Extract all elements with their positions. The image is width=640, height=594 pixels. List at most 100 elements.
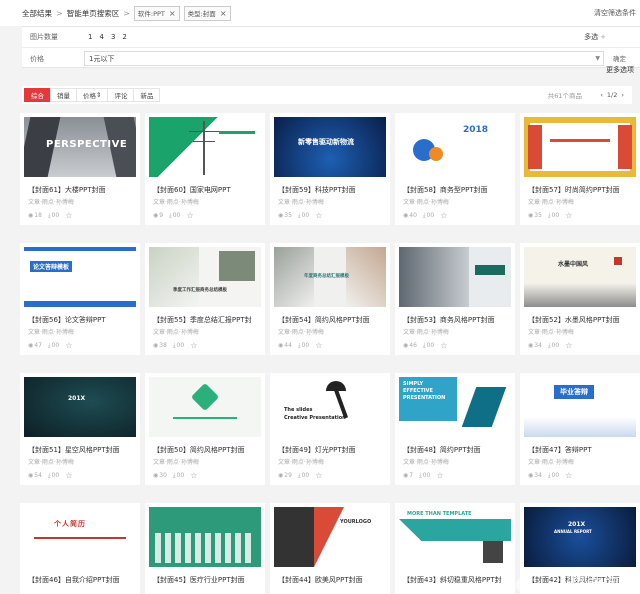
filter-tag-type[interactable]: 类型:封面 × [183,5,231,21]
product-thumbnail[interactable]: 新零售驱动新物流 [274,117,386,177]
product-title[interactable]: 【封面46】自我介绍PPT封面 [28,575,140,585]
star-icon[interactable]: ☆ [440,341,447,350]
breadcrumb-section[interactable]: 智能单页搜索区 [67,8,120,19]
star-icon[interactable]: ☆ [315,211,322,220]
product-thumbnail[interactable]: 季度工作汇报商务总结模板 [149,247,261,307]
next-page-icon[interactable]: › [621,91,624,99]
product-card[interactable]: 【封面50】简约风格PPT封面 文章·雨点·孙博梅 ◉ 30 ⤓ 00 ☆ [145,373,265,485]
confirm-button[interactable]: 确定 [613,53,626,63]
filter-option[interactable]: 3 [111,33,115,41]
sort-tab-overall[interactable]: 综合 [24,88,51,102]
product-title[interactable]: 【封面60】国家电网PPT [153,185,265,195]
downloads-stat: ⤓ 00 [548,342,559,350]
product-thumbnail[interactable]: 论文答辩模板 [24,247,136,307]
product-card[interactable]: 【封面53】商务风格PPT封面 文章·雨点·孙博梅 ◉ 46 ⤓ 00 ☆ [395,243,515,355]
sort-tab-label: 价格 [83,92,96,100]
product-title[interactable]: 【封面51】星空风格PPT封面 [28,445,140,455]
prev-page-icon[interactable]: ‹ [600,91,603,99]
product-thumbnail[interactable] [399,247,511,307]
product-thumbnail[interactable]: The slides Creative Presentation [274,377,386,437]
product-title[interactable]: 【封面61】大楼PPT封面 [28,185,140,195]
filter-option[interactable]: 1 [88,33,92,41]
star-icon[interactable]: ☆ [65,471,72,480]
sort-tab-reviews[interactable]: 评论 [107,88,135,102]
close-icon[interactable]: × [220,9,227,18]
product-title[interactable]: 【封面42】科技风格PPT封面 [528,575,640,585]
product-thumbnail[interactable] [149,117,261,177]
filter-tag-software[interactable]: 软件:PPT × [133,5,180,21]
product-card[interactable]: 个人简历 【封面46】自我介绍PPT封面 ◉ ⤓ ☆ [20,503,140,594]
filter-option[interactable]: 2 [122,33,126,41]
product-thumbnail[interactable]: 水墨中国风 [524,247,636,307]
product-card[interactable]: PERSPECTIVE 【封面61】大楼PPT封面 文章·雨点·孙博梅 ◉ 18 … [20,113,140,225]
product-card[interactable]: YOURLOGO 【封面44】欧美风PPT封面 ◉ ⤓ ☆ [270,503,390,594]
views-stat: ◉ 9 [153,212,163,219]
star-icon[interactable]: ☆ [565,341,572,350]
sort-tab-price[interactable]: 价格 ⇕ [76,88,109,102]
product-card[interactable]: 201X 【封面51】星空风格PPT封面 文章·雨点·孙博梅 ◉ 54 ⤓ 00 ☆ [20,373,140,485]
product-title[interactable]: 【封面59】科技PPT封面 [278,185,390,195]
product-thumbnail[interactable]: PERSPECTIVE [24,117,136,177]
star-icon[interactable]: ☆ [315,341,322,350]
star-icon[interactable]: ☆ [565,211,572,220]
filter-option[interactable]: 4 [99,33,103,41]
product-title[interactable]: 【封面53】商务风格PPT封面 [403,315,515,325]
star-icon[interactable]: ☆ [190,341,197,350]
product-thumbnail[interactable]: 201X [24,377,136,437]
product-title[interactable]: 【封面43】斜切稳重风格PPT封 [403,575,515,585]
product-title[interactable]: 【封面48】简约PPT封面 [403,445,515,455]
product-thumbnail[interactable]: SIMPLY EFFECTIVE PRESENTATION [399,377,511,437]
star-icon[interactable]: ☆ [436,471,443,480]
product-thumbnail[interactable]: 201X ANNUAL REPORT [524,507,636,567]
product-title[interactable]: 【封面54】简约风格PPT封面 [278,315,390,325]
more-options-link[interactable]: 更多选项 [606,65,634,75]
product-card[interactable]: 季度工作汇报商务总结模板 【封面55】季度总结汇报PPT封 文章·雨点·孙博梅 … [145,243,265,355]
product-card[interactable]: 年度商务总结汇报模板 【封面54】简约风格PPT封面 文章·雨点·孙博梅 ◉ 44… [270,243,390,355]
clear-filters-link[interactable]: 清空筛选条件 [594,8,636,18]
product-thumbnail[interactable]: 毕业答辩 [524,377,636,437]
product-thumbnail[interactable]: YOURLOGO [274,507,386,567]
sort-tab-sales[interactable]: 销量 [50,88,77,102]
product-card[interactable]: 【封面45】医疗行业PPT封面 ◉ ⤓ ☆ [145,503,265,594]
product-title[interactable]: 【封面58】商务型PPT封面 [403,185,515,195]
star-icon[interactable]: ☆ [186,211,193,220]
product-title[interactable]: 【封面50】简约风格PPT封面 [153,445,265,455]
product-card[interactable]: SIMPLY EFFECTIVE PRESENTATION 【封面48】简约PP… [395,373,515,485]
multi-select-button[interactable]: 多选 + [584,32,606,42]
product-thumbnail[interactable] [149,507,261,567]
product-title[interactable]: 【封面57】时尚简约PPT封面 [528,185,640,195]
star-icon[interactable]: ☆ [190,471,197,480]
product-thumbnail[interactable]: 年度商务总结汇报模板 [274,247,386,307]
price-select[interactable]: 1元以下 ▼ [84,51,604,66]
product-title[interactable]: 【封面55】季度总结汇报PPT封 [153,315,265,325]
star-icon[interactable]: ☆ [65,211,72,220]
product-card[interactable]: 水墨中国风 【封面52】水墨风格PPT封面 文章·雨点·孙博梅 ◉ 34 ⤓ 00 … [520,243,640,355]
product-thumbnail[interactable]: 2018 [399,117,511,177]
star-icon[interactable]: ☆ [65,341,72,350]
product-card[interactable]: MORE THAN TEMPLATE 【封面43】斜切稳重风格PPT封 ◉ ⤓ … [395,503,515,594]
product-thumbnail[interactable] [149,377,261,437]
product-card[interactable]: 201X ANNUAL REPORT 【封面42】科技风格PPT封面 ◉ ⤓ ☆ [520,503,640,594]
product-title[interactable]: 【封面52】水墨风格PPT封面 [528,315,640,325]
star-icon[interactable]: ☆ [565,471,572,480]
product-title[interactable]: 【封面56】论文答辩PPT [28,315,140,325]
star-icon[interactable]: ☆ [315,471,322,480]
product-thumbnail[interactable]: MORE THAN TEMPLATE [399,507,511,567]
product-card[interactable]: 论文答辩模板 【封面56】论文答辩PPT 文章·雨点·孙博梅 ◉ 47 ⤓ 00 ☆ [20,243,140,355]
product-title[interactable]: 【封面45】医疗行业PPT封面 [153,575,265,585]
sort-tab-new[interactable]: 新品 [133,88,161,102]
product-card[interactable]: 新零售驱动新物流 【封面59】科技PPT封面 文章·雨点·孙博梅 ◉ 35 ⤓ 00… [270,113,390,225]
product-title[interactable]: 【封面49】灯光PPT封面 [278,445,390,455]
product-card[interactable]: 2018 【封面58】商务型PPT封面 文章·雨点·孙博梅 ◉ 40 ⤓ 00 ☆ [395,113,515,225]
product-title[interactable]: 【封面44】欧美风PPT封面 [278,575,390,585]
breadcrumb-all[interactable]: 全部结果 [22,8,52,19]
product-card[interactable]: 毕业答辩 【封面47】答辩PPT 文章·雨点·孙博梅 ◉ 34 ⤓ 00 ☆ [520,373,640,485]
close-icon[interactable]: × [169,9,176,18]
star-icon[interactable]: ☆ [440,211,447,220]
product-card[interactable]: 【封面60】国家电网PPT 文章·雨点·孙博梅 ◉ 9 ⤓ 00 ☆ [145,113,265,225]
product-thumbnail[interactable]: 个人简历 [24,507,136,567]
product-title[interactable]: 【封面47】答辩PPT [528,445,640,455]
product-card[interactable]: 【封面57】时尚简约PPT封面 文章·雨点·孙博梅 ◉ 35 ⤓ 00 ☆ [520,113,640,225]
product-thumbnail[interactable] [524,117,636,177]
product-card[interactable]: The slides Creative Presentation 【封面49】灯… [270,373,390,485]
